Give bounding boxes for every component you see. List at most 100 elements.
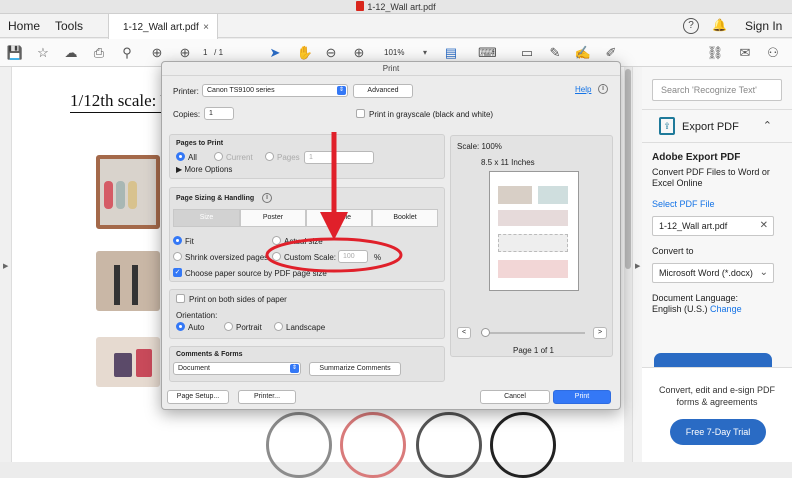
document-tab[interactable]: 1-12_Wall art.pdf × bbox=[108, 14, 218, 39]
convert-button-partial[interactable] bbox=[654, 353, 772, 367]
clear-file-icon[interactable]: ✕ bbox=[760, 220, 768, 231]
preview-slider-thumb[interactable] bbox=[481, 328, 490, 337]
search-tools-input[interactable]: Search 'Recognize Text' bbox=[652, 79, 782, 101]
right-panel-toggle[interactable]: ▶ bbox=[632, 67, 642, 462]
radio-auto[interactable] bbox=[176, 322, 185, 331]
previous-page-icon[interactable]: ⊕ bbox=[148, 44, 166, 62]
copies-stepper[interactable]: 1 bbox=[204, 107, 234, 120]
radio-pages[interactable] bbox=[265, 152, 274, 161]
radio-custom-scale[interactable] bbox=[272, 252, 281, 261]
printer-value: Canon TS9100 series bbox=[207, 87, 275, 94]
custom-scale-label: Custom Scale: bbox=[284, 253, 337, 262]
print-preview-panel: Scale: 100% 8.5 x 11 Inches < > Page 1 o… bbox=[450, 135, 613, 357]
info-icon[interactable]: i bbox=[598, 84, 608, 94]
radio-current[interactable] bbox=[214, 152, 223, 161]
scrollbar-thumb[interactable] bbox=[625, 69, 631, 269]
keyboard-tools-icon[interactable]: ⌨ bbox=[478, 44, 497, 62]
print-button[interactable]: Print bbox=[553, 390, 611, 404]
page-fit-icon[interactable]: ▤ bbox=[442, 44, 460, 62]
zoom-search-icon[interactable]: ⚲ bbox=[118, 44, 136, 62]
email-icon[interactable]: ✉ bbox=[736, 44, 754, 62]
tab-size[interactable]: Size bbox=[173, 209, 240, 227]
pages-to-print-group: Pages to Print All Current Pages 1 ▶ Mor… bbox=[169, 134, 445, 179]
total-pages: / 1 bbox=[214, 48, 224, 57]
printer-settings-button[interactable]: Printer... bbox=[238, 390, 296, 404]
sign-icon[interactable]: ✍ bbox=[574, 44, 592, 62]
add-user-icon[interactable]: ⚇ bbox=[764, 44, 782, 62]
share-link-icon[interactable]: ⛓ bbox=[706, 44, 724, 62]
summarize-comments-button[interactable]: Summarize Comments bbox=[309, 362, 401, 376]
select-pdf-link[interactable]: Select PDF File bbox=[652, 199, 784, 210]
radio-actual-size[interactable] bbox=[272, 236, 281, 245]
pages-label: Pages bbox=[277, 153, 300, 162]
document-scrollbar[interactable] bbox=[624, 67, 632, 462]
format-select[interactable]: Microsoft Word (*.docx) ⌄ bbox=[652, 263, 774, 283]
print-dialog-title: Print bbox=[162, 62, 620, 76]
custom-scale-value: 100 bbox=[343, 253, 355, 260]
radio-fit[interactable] bbox=[173, 236, 182, 245]
next-page-icon[interactable]: ⊕ bbox=[176, 44, 194, 62]
page-number-field[interactable]: 1 / 1 bbox=[203, 48, 223, 57]
orientation-label: Orientation: bbox=[176, 311, 218, 320]
preview-slider-track[interactable] bbox=[481, 332, 585, 334]
notification-bell-icon[interactable]: 🔔 bbox=[712, 18, 727, 32]
save-icon[interactable]: 💾 bbox=[6, 44, 24, 62]
menu-tools[interactable]: Tools bbox=[55, 19, 83, 33]
radio-landscape[interactable] bbox=[274, 322, 283, 331]
selected-file-field[interactable]: 1-12_Wall art.pdf ✕ bbox=[652, 216, 774, 236]
highlight-pen-icon[interactable]: ✎ bbox=[546, 44, 564, 62]
tab-multiple[interactable]: Multiple bbox=[306, 209, 372, 227]
export-pdf-header[interactable]: ⇪ Export PDF ⌃ bbox=[642, 109, 792, 143]
custom-scale-input[interactable]: 100 bbox=[338, 250, 368, 263]
more-options-toggle[interactable]: ▶ More Options bbox=[176, 165, 232, 174]
radio-all[interactable] bbox=[176, 152, 185, 161]
page-setup-button[interactable]: Page Setup... bbox=[167, 390, 229, 404]
bookmark-star-icon[interactable]: ☆ bbox=[34, 44, 52, 62]
sizing-info-icon[interactable]: i bbox=[262, 193, 272, 203]
comments-value: Document bbox=[178, 365, 210, 372]
fill-sign-icon[interactable]: ✐ bbox=[602, 44, 620, 62]
tab-booklet[interactable]: Booklet bbox=[372, 209, 438, 227]
pages-range-input[interactable]: 1 bbox=[304, 151, 374, 164]
radio-shrink[interactable] bbox=[173, 252, 182, 261]
select-arrows-icon: ⇕ bbox=[290, 364, 299, 373]
collapse-right-icon[interactable]: ▶ bbox=[635, 262, 640, 270]
orientation-group: Print on both sides of paper Orientation… bbox=[169, 289, 445, 339]
cancel-button[interactable]: Cancel bbox=[480, 390, 550, 404]
menu-home[interactable]: Home bbox=[8, 19, 40, 33]
comments-select[interactable]: Document ⇕ bbox=[173, 362, 301, 375]
actual-size-label: Actual size bbox=[284, 237, 323, 246]
zoom-in-icon[interactable]: ⊕ bbox=[350, 44, 368, 62]
grayscale-checkbox[interactable] bbox=[356, 109, 365, 118]
comment-icon[interactable]: ▭ bbox=[518, 44, 536, 62]
change-language-link[interactable]: Change bbox=[710, 304, 742, 314]
hand-tool-icon[interactable]: ✋ bbox=[296, 44, 314, 62]
adobe-export-title: Adobe Export PDF bbox=[652, 152, 741, 163]
zoom-dropdown-icon[interactable]: ▾ bbox=[416, 44, 434, 62]
preview-next-button[interactable]: > bbox=[593, 327, 607, 339]
help-link[interactable]: Help bbox=[575, 85, 591, 94]
tab-poster[interactable]: Poster bbox=[240, 209, 306, 227]
paper-source-checkbox[interactable]: ✓ bbox=[173, 268, 182, 277]
preview-thumb bbox=[498, 210, 568, 226]
both-sides-checkbox[interactable] bbox=[176, 294, 185, 303]
close-tab-icon[interactable]: × bbox=[203, 22, 209, 33]
shelf-image-3 bbox=[96, 337, 160, 387]
more-options-label: More Options bbox=[184, 165, 233, 174]
expand-left-icon[interactable]: ▶ bbox=[3, 262, 8, 270]
printer-select[interactable]: Canon TS9100 series ⇕ bbox=[202, 84, 348, 97]
free-trial-button[interactable]: Free 7-Day Trial bbox=[670, 419, 766, 445]
help-icon[interactable]: ? bbox=[683, 18, 699, 34]
preview-prev-button[interactable]: < bbox=[457, 327, 471, 339]
upload-cloud-icon[interactable]: ☁ bbox=[62, 44, 80, 62]
sign-in-link[interactable]: Sign In bbox=[745, 19, 782, 33]
chevron-up-icon[interactable]: ⌃ bbox=[763, 119, 772, 132]
print-icon[interactable]: ⎙ bbox=[90, 44, 108, 62]
zoom-out-icon[interactable]: ⊖ bbox=[322, 44, 340, 62]
select-cursor-icon[interactable]: ➤ bbox=[266, 44, 284, 62]
advanced-button[interactable]: Advanced bbox=[353, 84, 413, 98]
current-label: Current bbox=[226, 153, 253, 162]
radio-portrait[interactable] bbox=[224, 322, 233, 331]
zoom-level[interactable]: 101% bbox=[384, 48, 404, 57]
left-panel-collapsed[interactable]: ▶ bbox=[0, 67, 12, 462]
